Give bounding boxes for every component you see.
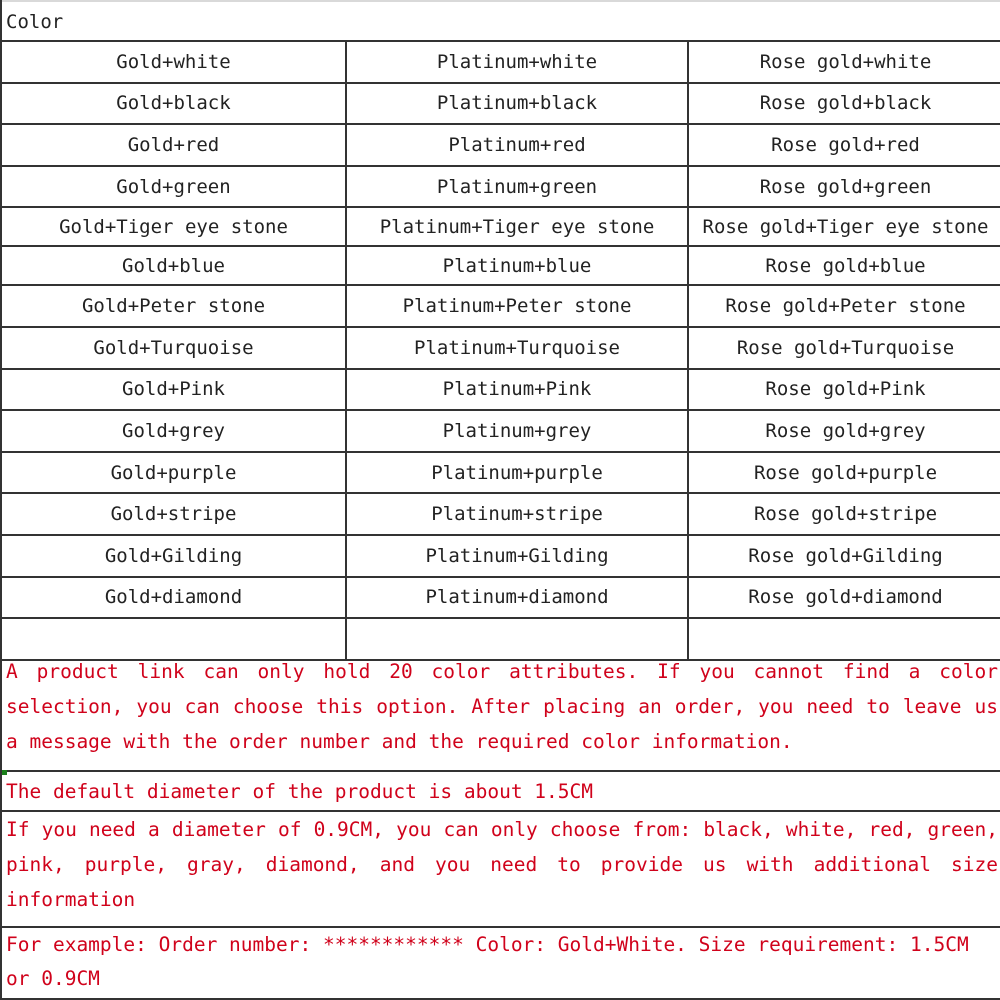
color-option-cell: Platinum+white xyxy=(346,42,689,84)
table-row: Gold+Tiger eye stone Platinum+Tiger eye s… xyxy=(2,207,1000,248)
color-option-cell: Gold+stripe xyxy=(2,493,347,536)
color-sheet: Color Gold+white Platinum+white Rose gold+… xyxy=(0,0,1000,1000)
table-row: Gold+Gilding Platinum+Gilding Rose gold+Gi… xyxy=(2,534,1000,578)
color-option-cell: Platinum+Pink xyxy=(346,368,689,412)
table-row: Gold+diamond Platinum+diamond Rose gold+di… xyxy=(2,576,1000,620)
table-row: Gold+white Platinum+white Rose gold+white xyxy=(2,42,1000,84)
table-row: Gold+red Platinum+red Rose gold+red xyxy=(2,124,1000,167)
color-option-cell: Gold+Turquoise xyxy=(2,326,347,370)
color-header: Color xyxy=(2,2,1000,42)
color-option-cell: Platinum+blue xyxy=(346,246,689,287)
color-option-cell: Gold+grey xyxy=(2,410,347,453)
color-option-cell: Rose gold+white xyxy=(688,42,1000,84)
color-option-cell: Rose gold+Turquoise xyxy=(688,326,1000,370)
color-option-cell: Platinum+purple xyxy=(346,451,689,495)
color-option-cell: Platinum+diamond xyxy=(346,576,689,620)
color-option-cell: Gold+diamond xyxy=(2,576,347,620)
color-option-cell: Gold+purple xyxy=(2,451,347,495)
color-option-cell: Gold+Peter stone xyxy=(2,285,347,328)
color-option-cell: Platinum+black xyxy=(346,82,689,126)
table-row: Gold+Turquoise Platinum+Turquoise Rose gol… xyxy=(2,326,1000,370)
color-option-cell: Rose gold+Gilding xyxy=(688,534,1000,578)
color-option-cell: Gold+red xyxy=(2,124,347,167)
color-option-cell: Platinum+grey xyxy=(346,410,689,453)
color-option-cell: Gold+black xyxy=(2,82,347,126)
order-example-note: For example: Order number: ************ … xyxy=(2,928,1000,1000)
table-row: Gold+blue Platinum+blue Rose gold+blue xyxy=(2,246,1000,287)
color-option-cell: Gold+Gilding xyxy=(2,534,347,578)
color-option-cell: Platinum+Tiger eye stone xyxy=(346,207,689,248)
color-option-cell: Gold+Tiger eye stone xyxy=(2,207,347,248)
color-option-cell: Platinum+green xyxy=(346,165,689,209)
table-row: Gold+black Platinum+black Rose gold+black xyxy=(2,82,1000,126)
color-option-cell: Rose gold+Peter stone xyxy=(688,285,1000,328)
color-option-cell: Gold+blue xyxy=(2,246,347,287)
color-limit-note: A product link can only hold 20 color at… xyxy=(2,654,1000,772)
color-option-cell: Rose gold+blue xyxy=(688,246,1000,287)
color-option-cell: Gold+white xyxy=(2,42,347,84)
color-option-cell: Rose gold+Tiger eye stone xyxy=(688,207,1000,248)
table-row: Gold+purple Platinum+purple Rose gold+purp… xyxy=(2,451,1000,495)
color-option-cell: Rose gold+purple xyxy=(688,451,1000,495)
color-option-cell: Rose gold+stripe xyxy=(688,493,1000,536)
color-option-cell: Rose gold+green xyxy=(688,165,1000,209)
table-row: Gold+stripe Platinum+stripe Rose gold+stri… xyxy=(2,493,1000,536)
color-options-table: Gold+white Platinum+white Rose gold+white G… xyxy=(2,42,1000,661)
color-option-cell: Platinum+Turquoise xyxy=(346,326,689,370)
table-row: Gold+grey Platinum+grey Rose gold+grey xyxy=(2,410,1000,453)
table-row: Gold+Pink Platinum+Pink Rose gold+Pink xyxy=(2,368,1000,412)
color-option-cell: Gold+Pink xyxy=(2,368,347,412)
color-option-cell: Rose gold+diamond xyxy=(688,576,1000,620)
color-option-cell: Platinum+Gilding xyxy=(346,534,689,578)
small-diameter-note: If you need a diameter of 0.9CM, you can… xyxy=(2,812,1000,928)
table-row: Gold+green Platinum+green Rose gold+green xyxy=(2,165,1000,209)
default-diameter-note: The default diameter of the product is a… xyxy=(2,772,1000,812)
color-option-cell: Rose gold+grey xyxy=(688,410,1000,453)
color-option-cell: Platinum+Peter stone xyxy=(346,285,689,328)
color-option-cell: Rose gold+black xyxy=(688,82,1000,126)
color-option-cell: Rose gold+red xyxy=(688,124,1000,167)
color-option-cell: Platinum+stripe xyxy=(346,493,689,536)
color-option-cell: Gold+green xyxy=(2,165,347,209)
color-option-cell: Platinum+red xyxy=(346,124,689,167)
color-option-cell: Rose gold+Pink xyxy=(688,368,1000,412)
table-row: Gold+Peter stone Platinum+Peter stone Rose… xyxy=(2,285,1000,328)
